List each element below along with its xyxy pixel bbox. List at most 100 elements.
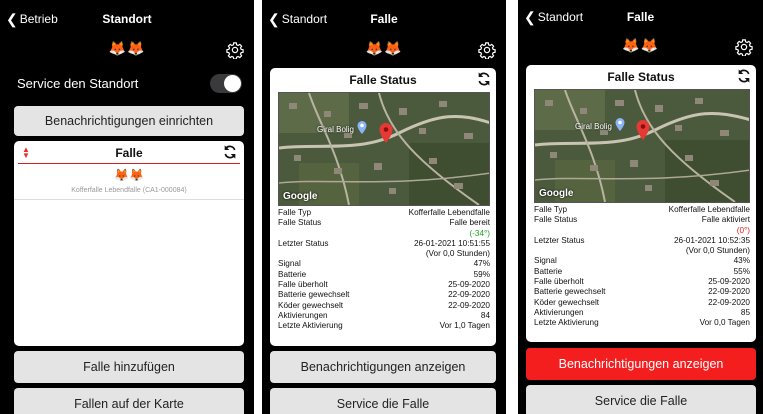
detail-label: Falle Typ [534,205,568,214]
detail-row-last-activation: Letzte Aktivierung Vor 1,0 Tagen [278,321,490,331]
detail-value: 85 [740,307,750,317]
list-divider [14,199,244,200]
fox-icons: 🦊🦊 [108,40,146,56]
service-trap-button[interactable]: Service die Falle [526,385,756,414]
satellite-map [279,93,489,205]
gear-icon[interactable] [735,38,753,56]
trap-details: Falle Typ Kofferfalle Lebendfalle Falle S… [534,205,750,329]
detail-row-signal: Signal 43% [534,256,750,266]
detail-value: 47% [473,259,490,269]
refresh-icon[interactable] [736,68,752,84]
trap-list-card: ▲ ▼ Falle 🦊🦊 Kofferfalle Lebendfalle (CA1… [14,141,244,346]
detail-row-bait-changed: Köder gewechselt 22-09-2020 [278,301,490,311]
setup-notifications-button[interactable]: Benachrichtigungen einrichten [14,106,244,136]
detail-row-battery: Batterie 55% [534,267,750,277]
satellite-map [535,90,749,202]
service-location-toggle[interactable] [210,74,242,93]
detail-row-battery-changed: Batterie gewechselt 22-09-2020 [534,287,750,297]
detail-value: 55% [733,266,750,276]
chevron-left-icon: ❮ [524,9,536,25]
detail-row-battery-changed: Batterie gewechselt 22-09-2020 [278,290,490,300]
header-divider [18,163,240,164]
trap-details: Falle Typ Kofferfalle Lebendfalle Falle S… [278,208,490,332]
back-button[interactable]: ❮ Betrieb [6,12,58,26]
detail-value: 84 [480,310,490,320]
detail-label: Letzter Status [534,235,585,245]
service-trap-button[interactable]: Service die Falle [270,388,496,414]
google-logo: Google [283,191,318,202]
detail-row-last-status: Letzter Status 26-01-2021 10:51:55 [278,239,490,249]
traps-on-map-button[interactable]: Fallen auf der Karte [14,388,244,414]
detail-label: Falle Status [534,215,578,225]
map-pin-icon [636,120,650,140]
detail-value: 59% [473,269,490,279]
detail-value: 22-09-2020 [448,290,490,300]
back-button[interactable]: ❮ Standort [524,10,583,24]
detail-label: Falle überholt [278,280,328,290]
detail-row-status: Falle Status Falle aktiviert [534,215,750,225]
add-trap-button[interactable]: Falle hinzufügen [14,351,244,383]
nav-bar: ❮ Standort Falle [518,0,763,34]
trap-map[interactable]: Giral Bolig Google [278,92,490,206]
map-pin-icon [379,123,393,143]
trap-map[interactable]: Giral Bolig Google [534,89,750,203]
map-place-label: Giral Bolig [317,125,354,134]
detail-value: 26-01-2021 10:52:35 [673,235,750,245]
detail-row-type: Falle Typ Kofferfalle Lebendfalle [278,208,490,218]
fox-icons: 🦊🦊 [365,40,403,56]
trap-status-card: Falle Status Giral Bolig Google Falle Ty… [526,65,756,342]
trap-list-title: Falle [115,146,143,160]
detail-row-last-status-ago: (Vor 0,0 Stunden) [278,249,490,259]
detail-label: Batterie gewechselt [278,290,350,300]
detail-row-activations: Aktivierungen 84 [278,311,490,321]
detail-label: Aktivierungen [534,307,584,317]
detail-row-last-activation: Letzte Aktivierung Vor 0,0 Tagen [534,318,750,328]
service-location-row: Service den Standort [0,70,254,98]
map-place-label: Giral Bolig [575,122,612,131]
detail-value: Falle aktiviert [701,215,750,225]
refresh-icon[interactable] [476,71,492,87]
toggle-knob [224,75,241,92]
detail-value: 26-01-2021 10:51:55 [413,238,490,248]
screen-trap-ready: ❮ Standort Falle 🦊🦊 Falle Status Giral B… [262,0,506,414]
detail-label: Falle Status [278,218,322,228]
gear-icon[interactable] [478,41,496,59]
detail-row-last-status: Letzter Status 26-01-2021 10:52:35 [534,236,750,246]
screen-trap-activated: ❮ Standort Falle 🦊🦊 Falle Status Giral B… [518,0,763,414]
back-label: Standort [281,12,328,26]
detail-value: Kofferfalle Lebendfalle [668,205,750,214]
nav-bar: ❮ Betrieb Standort [0,0,254,34]
detail-label: Letzter Status [278,238,329,248]
refresh-icon[interactable] [222,144,238,160]
detail-row-status: Falle Status Falle bereit [278,218,490,228]
detail-label: Aktivierungen [278,310,328,320]
detail-row-overhauled: Falle überholt 25-09-2020 [534,277,750,287]
trap-subtitle: Kofferfalle Lebendfalle (CA1-000084) [71,187,187,194]
back-label: Standort [537,10,584,24]
detail-value: Falle bereit [449,218,490,228]
detail-value: 43% [733,256,750,266]
screen-location: ❮ Betrieb Standort 🦊🦊 Service den Stando… [0,0,254,414]
detail-label: Falle überholt [534,277,584,287]
trap-status-title: Falle Status [607,70,675,84]
detail-label: Batterie [534,266,563,276]
detail-value: Vor 1,0 Tagen [439,321,490,331]
trap-status-card: Falle Status Giral Bolig Google Falle Ty… [270,68,496,346]
gear-icon[interactable] [226,41,244,59]
detail-value: 22-09-2020 [708,297,750,307]
detail-value: (Vor 0,0 Stunden) [425,249,490,259]
fox-icons: 🦊🦊 [622,37,659,53]
nav-bar: ❮ Standort Falle [262,0,506,34]
detail-value: Vor 0,0 Tagen [699,318,750,328]
show-notifications-button[interactable]: Benachrichtigungen anzeigen [270,351,496,383]
detail-label: Letzte Aktivierung [278,321,343,331]
show-notifications-button[interactable]: Benachrichtigungen anzeigen [526,348,756,380]
detail-label: Letzte Aktivierung [534,318,599,328]
detail-label: Batterie gewechselt [534,287,606,297]
detail-row-status-note: (0°) [534,226,750,236]
detail-label: Batterie [278,269,307,279]
detail-label: Falle Typ [278,208,312,217]
back-button[interactable]: ❮ Standort [268,12,327,26]
status-note: (-34°) [469,228,490,238]
status-note: (0°) [736,225,750,235]
